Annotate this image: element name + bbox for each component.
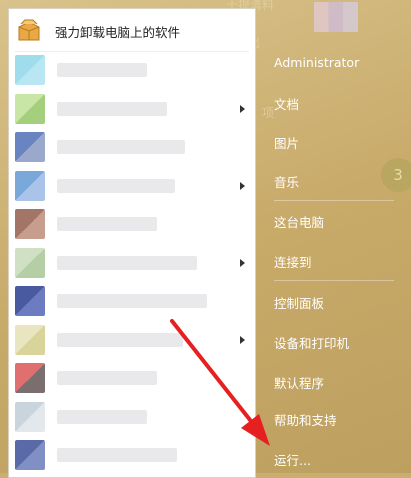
chevron-right-icon [240, 104, 245, 113]
program-item[interactable] [9, 169, 255, 203]
program-icon [15, 55, 45, 85]
chevron-right-icon [240, 181, 245, 190]
program-item-uninstaller[interactable]: 强力卸载电脑上的软件 [9, 13, 255, 49]
program-item[interactable] [9, 92, 255, 126]
chevron-right-icon [240, 258, 245, 267]
right-item-music[interactable]: 音乐 [274, 172, 299, 191]
program-item[interactable] [9, 323, 255, 357]
program-label-blurred [57, 217, 157, 231]
right-item-control-panel[interactable]: 控制面板 [274, 293, 324, 312]
program-label-blurred [57, 332, 183, 347]
program-icon [15, 209, 45, 239]
program-label-blurred [57, 63, 147, 77]
program-item[interactable] [9, 207, 255, 241]
program-icon [15, 324, 45, 355]
program-icon [15, 286, 45, 316]
user-name[interactable]: Administrator [274, 55, 359, 70]
program-label-blurred [57, 448, 177, 462]
program-label-blurred [57, 140, 185, 154]
program-icon [15, 363, 45, 393]
right-item-this-pc[interactable]: 这台电脑 [274, 212, 324, 231]
start-menu-program-list: 强力卸载电脑上的软件 [8, 8, 256, 478]
divider [274, 200, 394, 201]
program-icon [15, 440, 45, 470]
program-item[interactable] [9, 284, 255, 318]
right-item-help-support[interactable]: 帮助和支持 [274, 410, 337, 429]
start-menu-right-panel: Administrator 文档图片音乐这台电脑连接到控制面板设备和打印机 默认程序… [256, 0, 411, 473]
program-label-blurred [57, 294, 207, 308]
right-item-pictures[interactable]: 图片 [274, 133, 299, 152]
program-item[interactable] [9, 130, 255, 164]
program-item[interactable] [9, 400, 255, 434]
right-item-run[interactable]: 运行... [274, 450, 311, 469]
package-box-icon [15, 18, 43, 44]
divider [274, 280, 394, 281]
program-item[interactable] [9, 361, 255, 395]
program-item[interactable] [9, 438, 255, 472]
right-item-default-programs[interactable]: 默认程序 [274, 373, 324, 392]
right-item-documents[interactable]: 文档 [274, 94, 299, 113]
program-icon [15, 247, 45, 278]
program-item[interactable] [9, 53, 255, 87]
program-label: 强力卸载电脑上的软件 [55, 24, 181, 40]
program-label-blurred [57, 371, 157, 385]
chevron-right-icon [240, 335, 245, 344]
divider [15, 51, 249, 52]
right-item-devices-printers[interactable]: 设备和打印机 [274, 333, 349, 352]
program-item[interactable] [9, 246, 255, 280]
right-item-connect-to[interactable]: 连接到 [274, 252, 312, 271]
program-icon [15, 401, 45, 432]
program-icon [15, 170, 45, 201]
program-label-blurred [57, 255, 197, 270]
program-label-blurred [57, 101, 167, 116]
program-label-blurred [57, 409, 147, 424]
user-avatar[interactable] [314, 2, 358, 32]
program-label-blurred [57, 178, 175, 193]
program-icon [15, 93, 45, 124]
program-icon [15, 132, 45, 162]
